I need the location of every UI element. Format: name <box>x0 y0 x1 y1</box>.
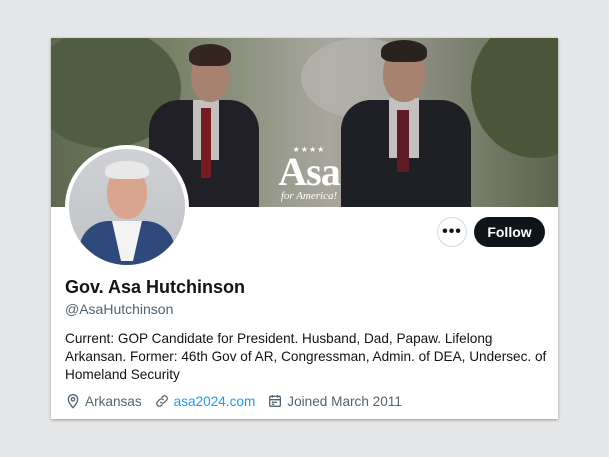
profile-card: ★★★★ Asa for America! ••• Follow Gov. As… <box>51 38 558 419</box>
logo-tagline: for America! <box>280 190 338 202</box>
profile-display-name: Gov. Asa Hutchinson <box>65 277 246 297</box>
joined-text: Joined March 2011 <box>287 393 402 409</box>
campaign-logo: ★★★★ Asa for America! <box>261 146 357 203</box>
more-options-button[interactable]: ••• <box>437 217 467 247</box>
meta-website[interactable]: asa2024.com <box>154 393 256 409</box>
meta-location: Arkansas <box>65 393 142 409</box>
location-pin-icon <box>67 394 79 409</box>
location-text: Arkansas <box>85 393 142 409</box>
link-icon <box>155 395 168 407</box>
avatar-hair <box>105 161 149 179</box>
profile-meta: Arkansas asa2024.com Joined March 2011 <box>65 392 414 410</box>
website-link[interactable]: asa2024.com <box>174 394 256 409</box>
more-icon: ••• <box>442 223 462 240</box>
follow-button[interactable]: Follow <box>474 217 545 247</box>
profile-avatar[interactable] <box>65 145 189 269</box>
meta-joined: Joined March 2011 <box>267 393 402 409</box>
profile-handle: @AsaHutchinson <box>65 301 174 317</box>
logo-name: Asa <box>278 149 340 194</box>
calendar-icon <box>269 395 282 407</box>
profile-bio: Current: GOP Candidate for President. Hu… <box>65 331 547 382</box>
